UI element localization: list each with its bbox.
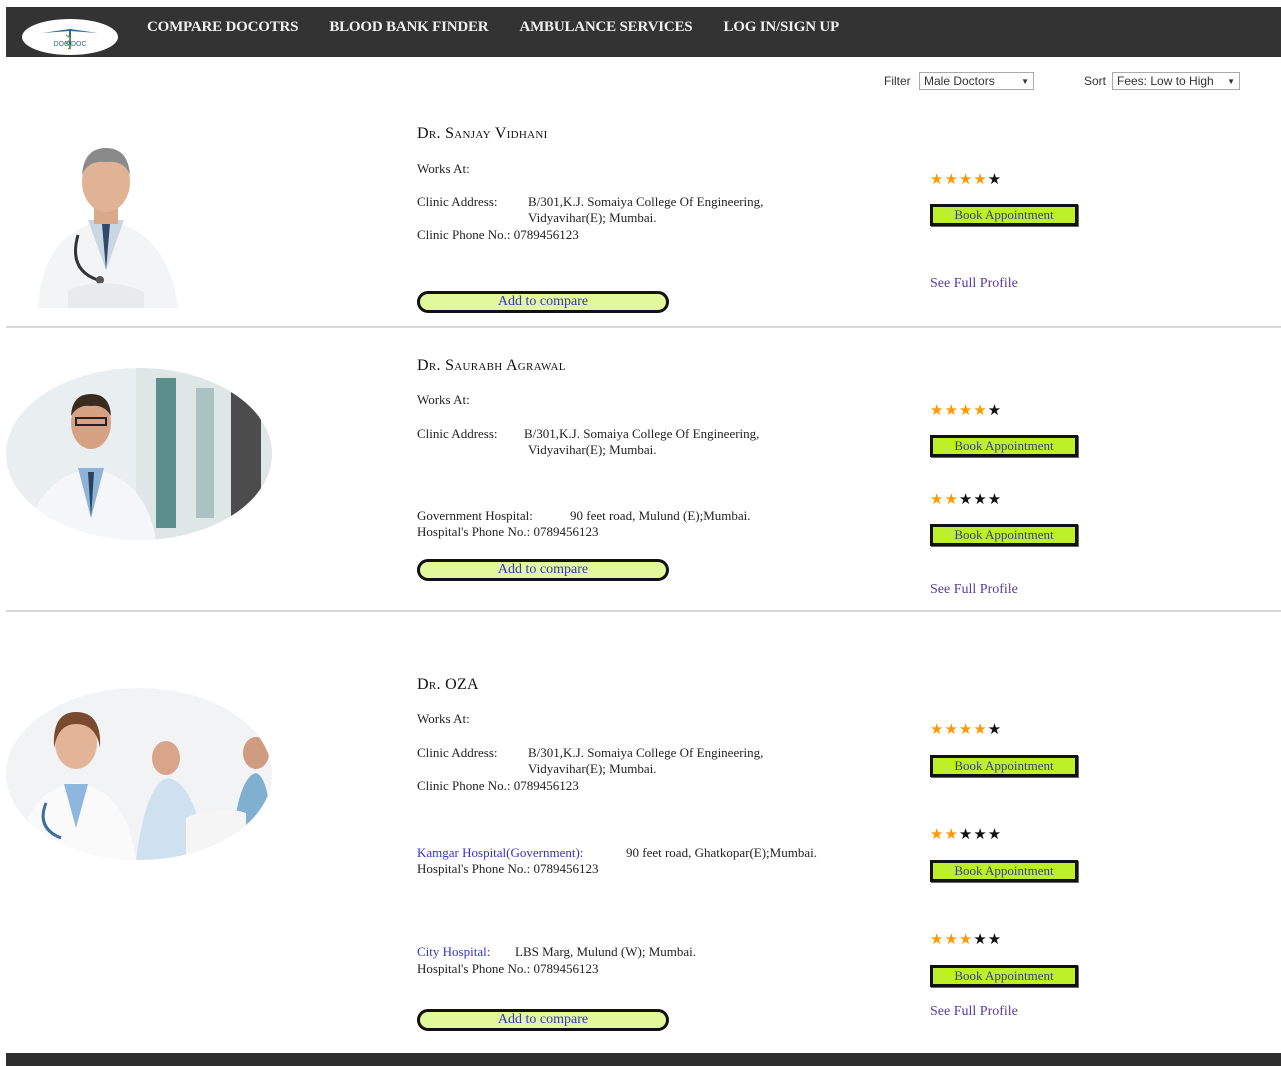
book-appointment-button-hospital2[interactable]: Book Appointment [930, 965, 1078, 987]
clinic-address-label: Clinic Address: [417, 194, 498, 209]
doctor-name: Dr. Sanjay Vidhani [417, 125, 548, 142]
clinic-address-label: Clinic Address: [417, 745, 498, 760]
hospital2-info: City Hospital: [417, 943, 490, 960]
book-appointment-button-hospital1[interactable]: Book Appointment [930, 860, 1078, 882]
logo[interactable]: DOC DOC [22, 19, 118, 55]
nav-compare-doctors[interactable]: COMPARE DOCOTRS [147, 19, 299, 36]
divider [6, 610, 1281, 612]
see-full-profile-link[interactable]: See Full Profile [930, 1004, 1018, 1020]
filter-sort-bar: Filter Male Doctors ▼ Sort Fees: Low to … [0, 72, 1281, 92]
star-filled-icon: ★★ [930, 825, 959, 843]
logo-graphic: DOC DOC [42, 29, 98, 50]
rating-stars-hospital2: ★★★★★ [930, 930, 1002, 948]
clinic-address-line2: Vidyavihar(E); Mumbai. [528, 210, 657, 225]
rating-stars-hospital1: ★★★★★ [930, 825, 1002, 843]
hospital-phone: Hospital's Phone No.: 0789456123 [417, 523, 598, 540]
clinic-address-line1: B/301,K.J. Somaiya College Of Engineerin… [528, 194, 764, 209]
doctor-photo-2 [6, 368, 272, 540]
clinic-address-line1: B/301,K.J. Somaiya College Of Engineerin… [528, 745, 764, 760]
hospital-label: Government Hospital: [417, 508, 533, 523]
hospital1-info: Kamgar Hospital(Government): [417, 844, 583, 861]
clinic-address: Clinic Address: [417, 193, 498, 210]
footer-bar [6, 1053, 1281, 1066]
hospital1-phone: Hospital's Phone No.: 0789456123 [417, 860, 598, 877]
clinic-phone-value: 0789456123 [513, 778, 579, 793]
star-empty-icon: ★★ [973, 930, 1003, 948]
nav-links: COMPARE DOCOTRS BLOOD BANK FINDER AMBULA… [147, 19, 870, 36]
rating-stars-hospital: ★★★★★ [930, 490, 1002, 508]
nav-blood-bank-finder[interactable]: BLOOD BANK FINDER [329, 19, 488, 36]
filter-label: Filter [884, 74, 911, 88]
top-navbar: DOC DOC COMPARE DOCOTRS BLOOD BANK FINDE… [6, 7, 1281, 57]
star-empty-icon: ★★★ [958, 490, 1003, 508]
hospital-address: 90 feet road, Mulund (E);Mumbai. [570, 508, 751, 523]
sort-selected-value: Fees: Low to High [1117, 74, 1214, 88]
hospital1-address: 90 feet road, Ghatkopar(E);Mumbai. [626, 845, 817, 860]
divider [6, 326, 1281, 328]
hospital2-address: LBS Marg, Mulund (W); Mumbai. [515, 944, 697, 959]
rating-stars: ★★★★★ [930, 170, 1002, 188]
star-empty-icon: ★ [987, 720, 1003, 738]
book-appointment-button[interactable]: Book Appointment [930, 204, 1078, 226]
sort-select[interactable]: Fees: Low to High ▼ [1112, 72, 1240, 90]
star-filled-icon: ★★★★ [930, 401, 988, 419]
star-empty-icon: ★★★ [958, 825, 1003, 843]
clinic-phone: Clinic Phone No.: 0789456123 [417, 777, 579, 794]
hospital-phone-value: 0789456123 [533, 861, 599, 876]
clinic-address-line2: Vidyavihar(E); Mumbai. [528, 761, 657, 776]
doctor-photo-1 [28, 120, 183, 308]
star-empty-icon: ★ [987, 170, 1003, 188]
doctor-photo-3 [6, 688, 272, 860]
hospital-phone-label: Hospital's Phone No.: [417, 861, 531, 876]
clinic-phone-label: Clinic Phone No.: [417, 227, 511, 242]
hospital-phone-value: 0789456123 [533, 961, 599, 976]
hospital1-link[interactable]: Kamgar Hospital(Government): [417, 845, 583, 860]
see-full-profile-link[interactable]: See Full Profile [930, 276, 1018, 292]
sort-caret-icon: ▼ [1227, 76, 1235, 86]
sort-label: Sort [1084, 74, 1107, 88]
add-to-compare-button[interactable]: Add to compare [417, 559, 669, 581]
hospital-phone-value: 0789456123 [533, 524, 599, 539]
book-appointment-button-clinic[interactable]: Book Appointment [930, 755, 1078, 777]
rating-stars-clinic: ★★★★★ [930, 401, 1002, 419]
doctor-name: Dr. Saurabh Agrawal [417, 357, 566, 374]
nav-login-signup[interactable]: LOG IN/SIGN UP [723, 19, 839, 36]
book-appointment-button-clinic[interactable]: Book Appointment [930, 435, 1078, 457]
book-appointment-button-hospital[interactable]: Book Appointment [930, 524, 1078, 546]
add-to-compare-button[interactable]: Add to compare [417, 1009, 669, 1031]
filter-select[interactable]: Male Doctors ▼ [919, 72, 1034, 90]
filter-selected-value: Male Doctors [924, 74, 995, 88]
hospital2-phone: Hospital's Phone No.: 0789456123 [417, 960, 598, 977]
star-empty-icon: ★ [987, 401, 1003, 419]
clinic-phone-value: 0789456123 [513, 227, 579, 242]
clinic-phone: Clinic Phone No.: 0789456123 [417, 226, 579, 243]
rating-stars-clinic: ★★★★★ [930, 720, 1002, 738]
nav-ambulance-services[interactable]: AMBULANCE SERVICES [519, 19, 692, 36]
works-at-label: Works At: [417, 392, 470, 407]
filter-caret-icon: ▼ [1021, 76, 1029, 86]
clinic-address-label: Clinic Address: [417, 426, 498, 441]
works-at-label: Works At: [417, 161, 470, 176]
works-at-label: Works At: [417, 711, 470, 726]
hospital-phone-label: Hospital's Phone No.: [417, 961, 531, 976]
clinic-address-line2: Vidyavihar(E); Mumbai. [528, 442, 657, 457]
star-filled-icon: ★★ [930, 490, 959, 508]
hospital2-link[interactable]: City Hospital: [417, 944, 490, 959]
add-to-compare-button[interactable]: Add to compare [417, 291, 669, 313]
doctor-name: Dr. OZA [417, 676, 479, 693]
clinic-address-line1: B/301,K.J. Somaiya College Of Engineerin… [524, 426, 760, 441]
see-full-profile-link[interactable]: See Full Profile [930, 582, 1018, 598]
clinic-phone-label: Clinic Phone No.: [417, 778, 511, 793]
star-filled-icon: ★★★★ [930, 170, 988, 188]
star-filled-icon: ★★★★ [930, 720, 988, 738]
logo-text: DOC DOC [53, 41, 86, 48]
star-filled-icon: ★★★ [930, 930, 974, 948]
hospital-phone-label: Hospital's Phone No.: [417, 524, 531, 539]
